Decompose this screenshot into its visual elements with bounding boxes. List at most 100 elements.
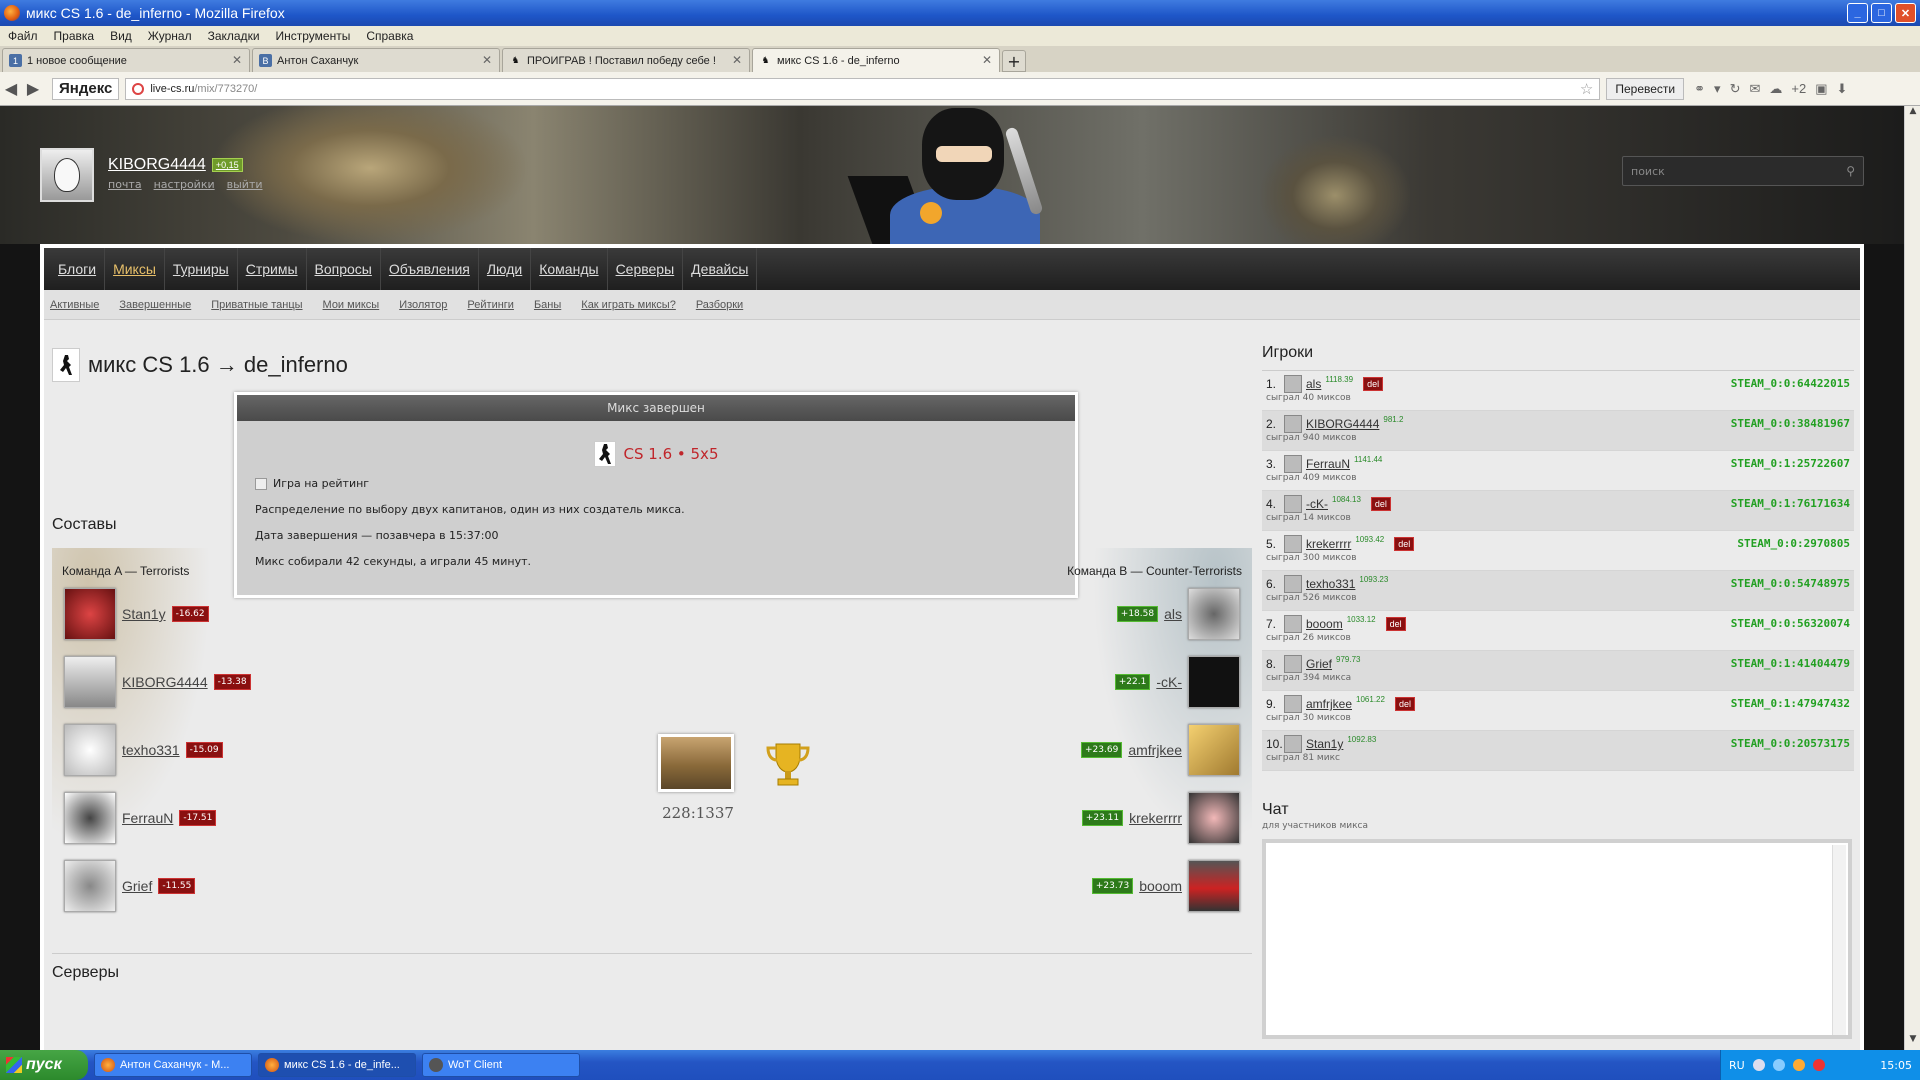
player-name-link[interactable]: Grief [122, 878, 152, 894]
player-name-link[interactable]: booom [1306, 617, 1343, 631]
menu-file[interactable]: Файл [0, 29, 46, 43]
player-name-link[interactable]: booom [1139, 878, 1182, 894]
player-name-link[interactable]: amfrjkee [1128, 742, 1182, 758]
delete-button[interactable]: del [1363, 377, 1384, 391]
extra-count[interactable]: +2 [1791, 81, 1806, 96]
nav-ads[interactable]: Объявления [381, 248, 479, 290]
player-name-link[interactable]: krekerrrr [1129, 810, 1182, 826]
menu-history[interactable]: Журнал [140, 29, 200, 43]
menu-view[interactable]: Вид [102, 29, 140, 43]
close-window-button[interactable]: ✕ [1895, 3, 1916, 23]
nav-people[interactable]: Люди [479, 248, 532, 290]
player-name-link[interactable]: KIBORG4444 [1306, 417, 1379, 431]
subnav-howto[interactable]: Как играть миксы? [581, 299, 676, 311]
delete-button[interactable]: del [1394, 697, 1415, 711]
subnav-active[interactable]: Активные [50, 299, 99, 311]
start-button[interactable]: пуск [0, 1050, 88, 1080]
delete-button[interactable]: del [1385, 617, 1406, 631]
player-name-link[interactable]: -cK- [1156, 674, 1182, 690]
reload-icon[interactable]: ↻ [1730, 81, 1741, 97]
taskbar-item[interactable]: Антон Саханчук - М... [94, 1053, 252, 1077]
avatar[interactable] [1284, 375, 1302, 393]
delete-button[interactable]: del [1394, 537, 1415, 551]
menu-edit[interactable]: Правка [46, 29, 103, 43]
subnav-private[interactable]: Приватные танцы [211, 299, 302, 311]
tab-vk-messages[interactable]: 1 1 новое сообщение ✕ [2, 48, 250, 72]
avatar[interactable] [64, 724, 116, 776]
menu-bookmarks[interactable]: Закладки [200, 29, 268, 43]
player-name-link[interactable]: Stan1y [122, 606, 166, 622]
player-name-link[interactable]: KIBORG4444 [122, 674, 208, 690]
settings-link[interactable]: настройки [154, 178, 215, 191]
avatar[interactable] [64, 860, 116, 912]
nav-blogs[interactable]: Блоги [50, 248, 106, 290]
map-thumbnail[interactable] [658, 734, 734, 792]
minimize-button[interactable]: _ [1847, 3, 1868, 23]
addon-icon[interactable]: ▣ [1815, 81, 1827, 97]
taskbar-item-active[interactable]: микс CS 1.6 - de_infe... [258, 1053, 416, 1077]
avatar[interactable] [1284, 415, 1302, 433]
yandex-button[interactable]: Яндекс [52, 77, 120, 100]
player-name-link[interactable]: als [1306, 377, 1321, 391]
subnav-bans[interactable]: Баны [534, 299, 561, 311]
avatar[interactable] [1284, 655, 1302, 673]
subnav-finished[interactable]: Завершенные [119, 299, 191, 311]
avatar[interactable] [40, 148, 94, 202]
url-bar[interactable]: live-cs.ru/mix/773270/ ☆ [125, 77, 1601, 100]
chat-scrollbar[interactable] [1832, 845, 1846, 1035]
subnav-isolator[interactable]: Изолятор [399, 299, 447, 311]
avatar[interactable] [64, 792, 116, 844]
avatar[interactable] [1188, 588, 1240, 640]
avatar[interactable] [1284, 495, 1302, 513]
logout-link[interactable]: выйти [227, 178, 263, 191]
tray-icon[interactable] [1772, 1059, 1785, 1071]
bookmark-star-icon[interactable]: ☆ [1580, 80, 1593, 98]
download-icon[interactable]: ⬇ [1837, 81, 1848, 97]
menu-tools[interactable]: Инструменты [268, 29, 359, 43]
search-input[interactable]: поиск ⚲ [1622, 156, 1864, 186]
avatar[interactable] [1188, 792, 1240, 844]
scroll-down-icon[interactable]: ▼ [1905, 1034, 1920, 1050]
scroll-up-icon[interactable]: ▲ [1905, 106, 1920, 122]
avatar[interactable] [64, 588, 116, 640]
language-indicator[interactable]: RU [1729, 1059, 1745, 1072]
back-arrow-icon[interactable]: ◀ [0, 79, 22, 99]
nav-streams[interactable]: Стримы [238, 248, 307, 290]
taskbar-item[interactable]: WoT Client [422, 1053, 580, 1077]
tab-close-icon[interactable]: ✕ [982, 53, 992, 67]
player-name-link[interactable]: amfrjkee [1306, 697, 1352, 711]
avatar[interactable] [1284, 535, 1302, 553]
avatar[interactable] [1284, 615, 1302, 633]
tab-vk-profile[interactable]: B Антон Саханчук ✕ [252, 48, 500, 72]
nav-questions[interactable]: Вопросы [307, 248, 381, 290]
translate-button[interactable]: Перевести [1606, 77, 1685, 100]
avatar[interactable] [1188, 656, 1240, 708]
subnav-disputes[interactable]: Разборки [696, 299, 743, 311]
menu-help[interactable]: Справка [358, 29, 421, 43]
player-name-link[interactable]: krekerrrr [1306, 537, 1351, 551]
tray-icon[interactable] [1812, 1059, 1825, 1071]
tray-icon[interactable] [1752, 1059, 1765, 1071]
nav-servers[interactable]: Серверы [608, 248, 684, 290]
delete-button[interactable]: del [1370, 497, 1391, 511]
avatar[interactable] [1284, 735, 1302, 753]
nav-teams[interactable]: Команды [531, 248, 608, 290]
avatar[interactable] [1188, 860, 1240, 912]
player-name-link[interactable]: als [1164, 606, 1182, 622]
tab-mix-active[interactable]: ♞ микс CS 1.6 - de_inferno ✕ [752, 48, 1000, 72]
avatar[interactable] [64, 656, 116, 708]
username-link[interactable]: KIBORG4444 [108, 156, 206, 174]
forward-arrow-icon[interactable]: ▶ [22, 79, 44, 99]
avatar[interactable] [1284, 575, 1302, 593]
glasses-icon[interactable]: ⚭ [1694, 81, 1705, 97]
tray-icon[interactable] [1792, 1059, 1805, 1071]
player-name-link[interactable]: Stan1y [1306, 737, 1343, 751]
subnav-my-mixes[interactable]: Мои миксы [323, 299, 380, 311]
cloud-icon[interactable]: ☁ [1769, 81, 1782, 97]
avatar[interactable] [1284, 455, 1302, 473]
player-name-link[interactable]: texho331 [122, 742, 180, 758]
mail-link[interactable]: почта [108, 178, 142, 191]
mail-icon[interactable]: ✉ [1749, 81, 1760, 97]
nav-tournaments[interactable]: Турниры [165, 248, 238, 290]
player-name-link[interactable]: FerrauN [122, 810, 173, 826]
